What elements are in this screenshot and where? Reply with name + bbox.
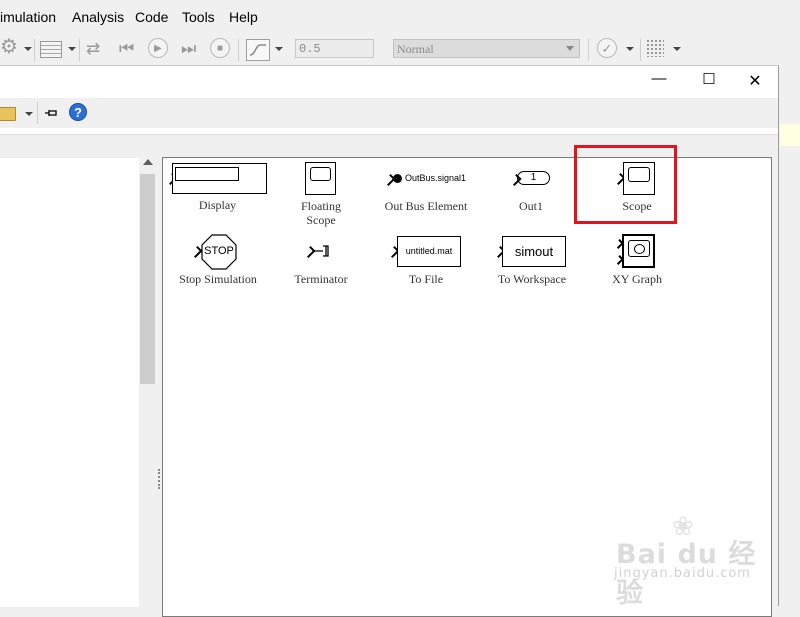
signal-link-icon[interactable]: ⇄: [86, 40, 100, 57]
terminator-icon: [315, 245, 329, 260]
block-stop-simulation[interactable]: STOP Stop Simulation: [168, 234, 268, 286]
stop-time-input[interactable]: 0.5: [295, 39, 374, 58]
toolbar-separator: [34, 39, 35, 61]
block-label: Floating Scope: [300, 199, 341, 227]
to-file-filename: untitled.mat: [397, 236, 461, 267]
simulation-mode-select[interactable]: Normal: [393, 39, 580, 58]
display-readout-icon: [175, 167, 239, 181]
block-out-bus-element[interactable]: OutBus.signal1 Out Bus Element: [378, 170, 474, 216]
block-label: XY Graph: [612, 272, 662, 286]
library-toolbar: ?: [0, 98, 778, 128]
block-to-workspace[interactable]: simout To Workspace: [493, 235, 570, 286]
scope-block-icon: [305, 162, 336, 195]
input-port-icon: [303, 245, 316, 259]
stop-sign-text: STOP: [204, 245, 234, 257]
block-label: To File: [408, 272, 444, 286]
check-dropdown-caret[interactable]: [626, 47, 634, 51]
menu-analysis[interactable]: Analysis: [72, 9, 124, 25]
step-back-icon[interactable]: ⏮: [119, 40, 134, 57]
folder-icon[interactable]: [0, 107, 16, 121]
library-tree-pane[interactable]: [0, 158, 139, 607]
scrollbar-thumb[interactable]: [140, 174, 155, 384]
run-icon[interactable]: ▶: [148, 38, 168, 58]
stop-sign-icon: STOP: [201, 234, 237, 270]
window-titlebar: — ☐ ✕: [0, 66, 778, 98]
block-floating-scope[interactable]: Floating Scope: [288, 162, 354, 228]
toolbar-separator: [640, 39, 641, 61]
block-label: To Workspace: [497, 272, 567, 286]
simulation-mode-value: Normal: [397, 42, 434, 56]
stop-icon[interactable]: ■: [210, 38, 230, 58]
menu-code[interactable]: Code: [135, 9, 168, 25]
menu-help[interactable]: Help: [229, 9, 258, 25]
signal-viewer-icon[interactable]: [246, 39, 270, 61]
xy-graph-curve-icon: [634, 244, 645, 254]
xy-graph-block-icon: [622, 234, 655, 268]
check-icon[interactable]: ✓: [597, 38, 617, 58]
display-block-icon: [172, 163, 267, 194]
block-label: Out Bus Element: [384, 199, 468, 213]
help-icon[interactable]: ?: [69, 103, 87, 121]
block-label: Display: [198, 198, 237, 212]
tree-scrollbar[interactable]: [139, 153, 156, 607]
dashboard-dropdown-caret[interactable]: [673, 47, 681, 51]
scroll-up-arrow-icon[interactable]: [143, 159, 153, 165]
background-info-strip: [780, 124, 800, 146]
step-forward-icon[interactable]: ⏭: [181, 40, 196, 57]
block-to-file[interactable]: untitled.mat To File: [387, 235, 464, 286]
to-workspace-variable: simout: [502, 236, 566, 267]
toolbar-separator: [79, 39, 80, 61]
viewer-dropdown-caret[interactable]: [275, 47, 283, 51]
toolbar-separator: [238, 39, 239, 61]
block-out1[interactable]: 1 Out1: [508, 170, 554, 216]
menu-tools[interactable]: Tools: [182, 9, 215, 25]
outport-icon: 1: [517, 171, 550, 185]
dashboard-icon[interactable]: [646, 39, 664, 57]
block-label: Terminator: [294, 272, 348, 286]
block-display[interactable]: Display: [165, 162, 270, 217]
bus-element-dot-icon: [393, 174, 402, 183]
block-label: Out1: [519, 199, 543, 213]
bus-element-signal-text: OutBus.signal1: [405, 173, 467, 183]
folder-dropdown-caret[interactable]: [25, 112, 33, 116]
toolbar-separator: [37, 102, 38, 124]
scope-screen-icon: [310, 167, 331, 181]
gear-icon[interactable]: ⚙: [0, 37, 18, 57]
menu-bar: imulation Analysis Code Tools Help: [0, 0, 800, 34]
gear-dropdown-caret[interactable]: [24, 47, 32, 51]
menu-simulation[interactable]: imulation: [0, 9, 56, 25]
config-dropdown-caret[interactable]: [68, 47, 76, 51]
block-terminator[interactable]: Terminator: [286, 242, 356, 286]
model-config-icon[interactable]: [40, 41, 62, 58]
toolbar-separator: [588, 39, 589, 61]
block-xy-graph[interactable]: XY Graph: [606, 233, 668, 287]
scope-highlight-box: [574, 145, 677, 224]
block-label: Stop Simulation: [179, 272, 257, 286]
xy-graph-screen-icon: [628, 240, 650, 257]
pin-icon[interactable]: [44, 107, 58, 122]
blocks-pane: [162, 157, 772, 617]
chevron-down-icon: [566, 46, 574, 51]
